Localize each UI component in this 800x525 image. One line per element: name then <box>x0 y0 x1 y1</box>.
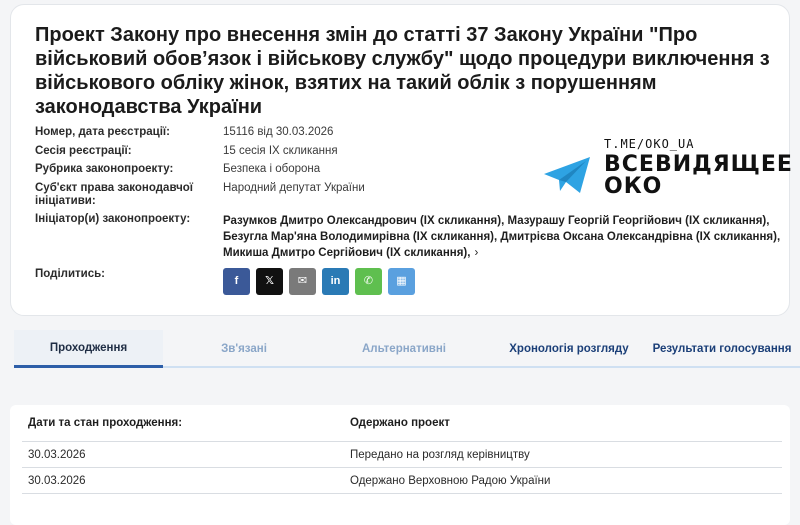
facebook-share-button[interactable]: f <box>223 268 250 295</box>
bill-card: Проект Закону про внесення змін до статт… <box>10 4 792 316</box>
share-buttons: f 𝕏 ✉ in ✆ ▦ <box>223 268 415 295</box>
meta-value: Безпека і оборона <box>223 163 321 175</box>
row-status: Одержано Верховною Радою України <box>350 475 551 487</box>
tab-chronology[interactable]: Хронологія розгляду <box>484 330 654 368</box>
column-header-status: Одержано проект <box>350 417 450 429</box>
meta-label: Поділитись: <box>35 268 106 280</box>
whatsapp-share-button[interactable]: ✆ <box>355 268 382 295</box>
row-status: Передано на розгляд керівництву <box>350 449 530 461</box>
meta-row-share: Поділитись: f 𝕏 ✉ in ✆ ▦ <box>35 268 545 295</box>
qr-share-button[interactable]: ▦ <box>388 268 415 295</box>
facebook-icon: f <box>234 275 239 287</box>
email-share-button[interactable]: ✉ <box>289 268 316 295</box>
tab-alternatives[interactable]: Альтернативні <box>324 330 484 368</box>
initiators-list[interactable]: Разумков Дмитро Олександрович (IX склика… <box>223 213 783 261</box>
meta-label: Номер, дата реєстрації: <box>35 126 170 138</box>
bill-tabs: Проходження Зв'язані Альтернативні Хроно… <box>14 330 800 368</box>
tab-progress[interactable]: Проходження <box>14 330 163 368</box>
meta-label: Суб'єкт права законодавчої ініціативи: <box>35 182 194 207</box>
telegram-plane-icon <box>544 157 590 193</box>
divider <box>22 467 782 468</box>
table-header: Дати та стан проходження: Одержано проек… <box>22 417 782 429</box>
tab-related[interactable]: Зв'язані <box>179 330 309 368</box>
meta-row-registration: Номер, дата реєстрації: 15116 від 30.03.… <box>35 126 545 139</box>
meta-row-session: Сесія реєстрації: 15 сесія IX скликання <box>35 145 545 158</box>
meta-row-subject: Суб'єкт права законодавчої ініціативи: Н… <box>35 182 545 208</box>
table-row: 30.03.2026 Передано на розгляд керівницт… <box>22 449 782 461</box>
row-date: 30.03.2026 <box>28 449 86 461</box>
meta-row-initiators: Ініціатор(и) законопроекту: Разумков Дми… <box>35 213 780 261</box>
row-date: 30.03.2026 <box>28 475 86 487</box>
watermark-logo: T.ME/OKO_UA ВСЕВИДЯЩЕЕ ОКО <box>542 137 792 199</box>
chevron-right-icon[interactable]: › <box>474 247 478 259</box>
linkedin-icon: in <box>330 275 341 287</box>
x-share-button[interactable]: 𝕏 <box>256 268 283 295</box>
meta-label: Рубрика законопроекту: <box>35 163 174 175</box>
qr-code-icon: ▦ <box>396 275 407 287</box>
divider <box>22 441 782 442</box>
meta-row-rubric: Рубрика законопроекту: Безпека і оборона <box>35 163 545 176</box>
table-row: 30.03.2026 Одержано Верховною Радою Укра… <box>22 475 782 487</box>
email-icon: ✉ <box>297 275 308 287</box>
watermark-line-2: ОКО <box>604 174 663 199</box>
bill-title: Проект Закону про внесення змін до статт… <box>35 24 770 118</box>
meta-value: Народний депутат України <box>223 182 365 194</box>
divider <box>22 493 782 494</box>
progress-table: Дати та стан проходження: Одержано проек… <box>10 405 790 525</box>
tab-voting-results[interactable]: Результати голосування <box>644 330 800 368</box>
x-icon: 𝕏 <box>265 275 274 287</box>
meta-label: Ініціатор(и) законопроекту: <box>35 213 191 225</box>
column-header-dates: Дати та стан проходження: <box>28 417 183 429</box>
initiators-text[interactable]: Разумков Дмитро Олександрович (IX склика… <box>223 215 780 259</box>
linkedin-share-button[interactable]: in <box>322 268 349 295</box>
watermark-url: T.ME/OKO_UA <box>604 137 695 151</box>
meta-value: 15 сесія IX скликання <box>223 145 338 157</box>
meta-label: Сесія реєстрації: <box>35 145 132 157</box>
meta-value: 15116 від 30.03.2026 <box>223 126 334 138</box>
whatsapp-icon: ✆ <box>363 275 374 287</box>
